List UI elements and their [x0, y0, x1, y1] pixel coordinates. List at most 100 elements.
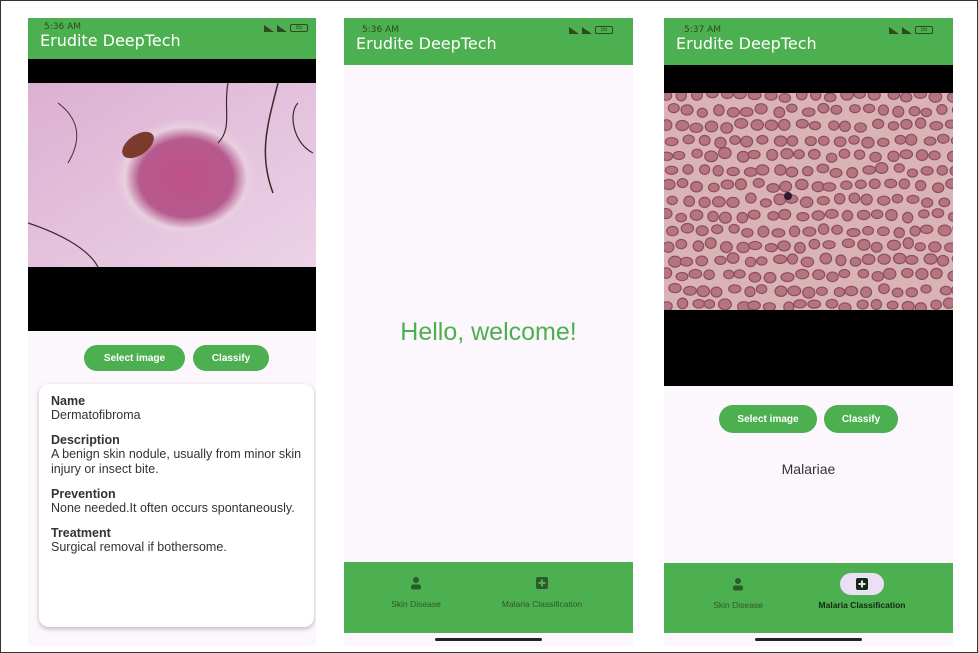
- blood-cell: [793, 299, 807, 309]
- blood-cell: [921, 197, 934, 208]
- result-card: Name Dermatofibroma Description A benign…: [39, 384, 314, 627]
- blood-cell: [860, 193, 873, 206]
- nav-malaria-classification[interactable]: Malaria Classification: [484, 572, 600, 609]
- blood-cell: [717, 146, 732, 160]
- blood-cell: [756, 134, 769, 145]
- blood-cell: [801, 165, 814, 177]
- blood-cell: [739, 106, 754, 117]
- signal-icon: [902, 26, 912, 34]
- blood-cell: [750, 119, 764, 131]
- blood-cell: [779, 180, 793, 193]
- blood-cell: [908, 106, 921, 117]
- blood-cell: [887, 150, 900, 163]
- nav-skin-disease[interactable]: Skin Disease: [372, 572, 460, 609]
- blood-cell: [740, 135, 754, 148]
- blood-cell: [825, 152, 838, 163]
- blood-smear-image: [664, 93, 953, 310]
- blood-cell: [682, 134, 695, 145]
- blood-cell: [777, 118, 791, 131]
- description-value: A benign skin nodule, usually from minor…: [51, 447, 302, 476]
- name-label: Name: [51, 394, 86, 408]
- blood-cell: [752, 177, 765, 189]
- blood-cell: [759, 198, 772, 208]
- blood-cell: [747, 93, 762, 101]
- phone-skin-disease: 5:36 AM 55 Erudite DeepTech Select image…: [28, 18, 316, 646]
- blood-cell: [734, 178, 748, 191]
- blood-cell: [905, 133, 918, 146]
- app-bar: 5:36 AM 55 Erudite DeepTech: [28, 18, 316, 59]
- blood-cell: [854, 179, 867, 190]
- blood-cell: [887, 93, 901, 100]
- blood-cell: [762, 302, 776, 310]
- blood-cell: [937, 224, 952, 237]
- person-icon: [716, 573, 760, 595]
- blood-cell: [920, 107, 933, 118]
- blood-cell: [704, 150, 719, 163]
- blood-cell: [815, 286, 828, 297]
- blood-cell: [893, 163, 905, 173]
- blood-cell: [744, 286, 756, 298]
- blood-cell: [698, 196, 711, 208]
- blood-cell: [822, 240, 836, 250]
- app-title: Erudite DeepTech: [356, 34, 497, 53]
- classify-button[interactable]: Classify: [193, 345, 269, 371]
- blood-cell: [867, 93, 881, 101]
- blood-cell: [741, 227, 754, 238]
- blood-cell: [714, 136, 727, 149]
- blood-cell: [726, 166, 740, 177]
- blood-cell: [664, 119, 673, 132]
- blood-cell: [928, 241, 942, 253]
- blood-cell: [891, 287, 904, 298]
- nav-label: Skin Disease: [391, 599, 441, 609]
- classify-button[interactable]: Classify: [824, 405, 898, 433]
- blood-cell: [848, 135, 860, 145]
- blood-cell: [886, 300, 899, 310]
- blood-cell: [874, 162, 889, 174]
- blood-cell: [743, 167, 758, 177]
- blood-cell: [717, 298, 732, 310]
- status-icons: 55: [889, 26, 933, 34]
- blood-cell: [787, 285, 802, 297]
- blood-cell: [918, 209, 930, 219]
- blood-cell: [771, 228, 786, 238]
- blood-cell: [849, 256, 862, 267]
- app-title: Erudite DeepTech: [40, 31, 181, 50]
- person-icon: [394, 572, 438, 594]
- blood-cell: [691, 148, 703, 159]
- nav-malaria-classification[interactable]: Malaria Classification: [804, 573, 920, 610]
- battery-icon: 55: [290, 24, 308, 32]
- blood-cell: [754, 103, 768, 115]
- blood-cell: [861, 136, 875, 149]
- blood-cell: [785, 166, 799, 178]
- blood-cell: [705, 93, 719, 99]
- blood-cell: [683, 195, 696, 208]
- nav-skin-disease[interactable]: Skin Disease: [694, 573, 782, 610]
- blood-cell: [877, 283, 890, 295]
- blood-cell: [795, 268, 810, 280]
- blood-cell: [930, 267, 943, 280]
- blood-cell: [726, 252, 740, 264]
- blood-cell: [664, 136, 679, 147]
- blood-cell: [675, 238, 688, 250]
- blood-cell: [773, 106, 786, 119]
- name-value: Dermatofibroma: [51, 408, 141, 422]
- blood-cell: [861, 253, 876, 265]
- select-image-button[interactable]: Select image: [719, 405, 817, 433]
- blood-cell: [828, 120, 840, 131]
- medical-plus-icon: [840, 573, 884, 595]
- blood-cell: [840, 180, 853, 191]
- blood-cell: [877, 253, 891, 265]
- blood-cell: [906, 194, 920, 204]
- blood-cell: [783, 301, 795, 310]
- select-image-button[interactable]: Select image: [84, 345, 185, 371]
- blood-cell: [664, 208, 673, 220]
- blood-cell: [757, 225, 770, 238]
- blood-cell: [946, 150, 953, 163]
- blood-cell: [793, 149, 805, 160]
- blood-cell: [707, 210, 719, 223]
- blood-cell: [690, 93, 703, 101]
- blood-cell: [841, 238, 856, 249]
- blood-cell: [774, 285, 788, 297]
- blood-cell: [877, 104, 890, 116]
- blood-cell: [745, 192, 757, 204]
